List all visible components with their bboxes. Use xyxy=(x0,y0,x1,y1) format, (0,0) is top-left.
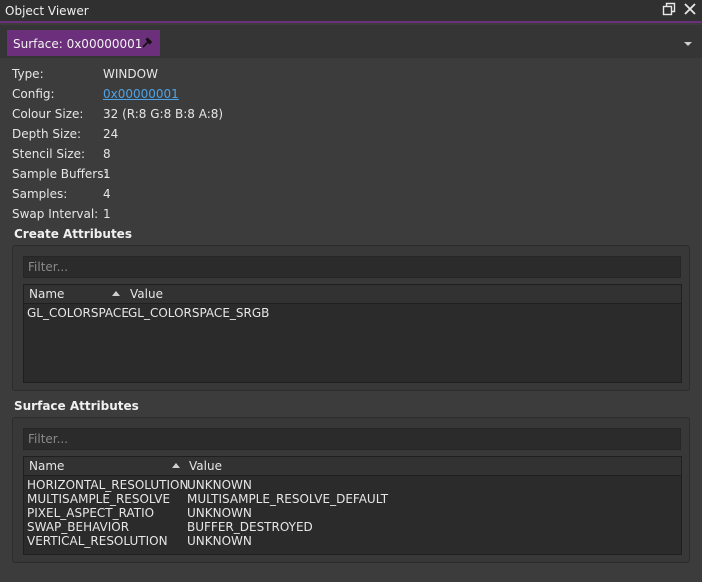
cell-value: BUFFER_DESTROYED xyxy=(187,520,313,534)
surface-attributes-table[interactable]: Name Value HORIZONTAL_RESOLUTION UNKNOWN… xyxy=(23,456,682,555)
create-attributes-filter-input[interactable]: Filter... xyxy=(23,256,681,278)
property-value: 24 xyxy=(103,127,119,141)
create-attributes-table[interactable]: Name Value GL_COLORSPACE GL_COLORSPACE_S… xyxy=(23,284,682,383)
surface-attributes-filter-input[interactable]: Filter... xyxy=(23,428,681,450)
window-title: Object Viewer xyxy=(5,4,89,18)
property-label: Samples: xyxy=(12,187,68,201)
cell-value: UNKNOWN xyxy=(187,534,252,548)
table-row[interactable]: SWAP_BEHAVIOR BUFFER_DESTROYED xyxy=(24,520,681,534)
cell-name: PIXEL_ASPECT_RATIO xyxy=(27,506,155,520)
property-label: Stencil Size: xyxy=(12,147,86,161)
config-link[interactable]: 0x00000001 xyxy=(103,87,179,101)
window-titlebar: Object Viewer xyxy=(0,0,702,23)
column-header-name[interactable]: Name xyxy=(29,287,64,301)
property-value: 1 xyxy=(103,207,111,221)
property-label: Config: xyxy=(12,87,55,101)
column-header-value[interactable]: Value xyxy=(189,459,222,473)
property-stencil-size: Stencil Size: 8 xyxy=(12,147,312,167)
unpin-icon[interactable] xyxy=(141,36,153,48)
column-header-name[interactable]: Name xyxy=(29,459,64,473)
property-value: WINDOW xyxy=(103,67,158,81)
close-icon[interactable] xyxy=(682,2,698,18)
property-swap-interval: Swap Interval: 1 xyxy=(12,207,312,227)
cell-name: MULTISAMPLE_RESOLVE xyxy=(27,492,171,506)
table-header: Name Value xyxy=(24,285,681,304)
cell-value: UNKNOWN xyxy=(187,478,252,492)
property-config: Config: 0x00000001 xyxy=(12,87,312,107)
table-row[interactable]: HORIZONTAL_RESOLUTION UNKNOWN xyxy=(24,478,681,492)
property-value: 4 xyxy=(103,187,111,201)
chevron-down-icon[interactable] xyxy=(683,37,693,46)
cell-name: VERTICAL_RESOLUTION xyxy=(27,534,168,548)
tab-bar: Surface: 0x00000001 xyxy=(0,25,702,58)
property-label: Swap Interval: xyxy=(12,207,99,221)
property-sample-buffers: Sample Buffers: 1 xyxy=(12,167,312,187)
table-row[interactable]: PIXEL_ASPECT_RATIO UNKNOWN xyxy=(24,506,681,520)
property-label: Type: xyxy=(12,67,44,81)
restore-icon[interactable] xyxy=(661,2,677,18)
column-header-value[interactable]: Value xyxy=(130,287,163,301)
property-value: 1 xyxy=(103,167,111,181)
property-colour-size: Colour Size: 32 (R:8 G:8 B:8 A:8) xyxy=(12,107,312,127)
sort-ascending-icon xyxy=(112,291,120,296)
property-label: Sample Buffers: xyxy=(12,167,108,181)
property-value: 8 xyxy=(103,147,111,161)
cell-value: GL_COLORSPACE_SRGB xyxy=(128,306,270,320)
table-header: Name Value xyxy=(24,457,681,476)
property-label: Colour Size: xyxy=(12,107,84,121)
table-row[interactable]: VERTICAL_RESOLUTION UNKNOWN xyxy=(24,534,681,548)
sort-ascending-icon xyxy=(172,463,180,468)
property-samples: Samples: 4 xyxy=(12,187,312,207)
cell-name: GL_COLORSPACE xyxy=(27,306,129,320)
tab-label: Surface: 0x00000001 xyxy=(13,37,143,51)
surface-attributes-title: Surface Attributes xyxy=(14,399,139,413)
tab-surface[interactable]: Surface: 0x00000001 xyxy=(7,30,160,56)
surface-attributes-group: Filter... Name Value HORIZONTAL_RESOLUTI… xyxy=(12,417,690,563)
cell-value: UNKNOWN xyxy=(187,506,252,520)
table-row[interactable]: MULTISAMPLE_RESOLVE MULTISAMPLE_RESOLVE_… xyxy=(24,492,681,506)
property-value: 32 (R:8 G:8 B:8 A:8) xyxy=(103,107,224,121)
property-label: Depth Size: xyxy=(12,127,82,141)
create-attributes-group: Filter... Name Value GL_COLORSPACE GL_CO… xyxy=(12,245,690,391)
cell-name: SWAP_BEHAVIOR xyxy=(27,520,130,534)
table-row[interactable]: GL_COLORSPACE GL_COLORSPACE_SRGB xyxy=(24,306,681,320)
property-type: Type: WINDOW xyxy=(12,67,312,87)
property-depth-size: Depth Size: 24 xyxy=(12,127,312,147)
create-attributes-title: Create Attributes xyxy=(14,227,132,241)
cell-value: MULTISAMPLE_RESOLVE_DEFAULT xyxy=(187,492,389,506)
cell-name: HORIZONTAL_RESOLUTION xyxy=(27,478,189,492)
